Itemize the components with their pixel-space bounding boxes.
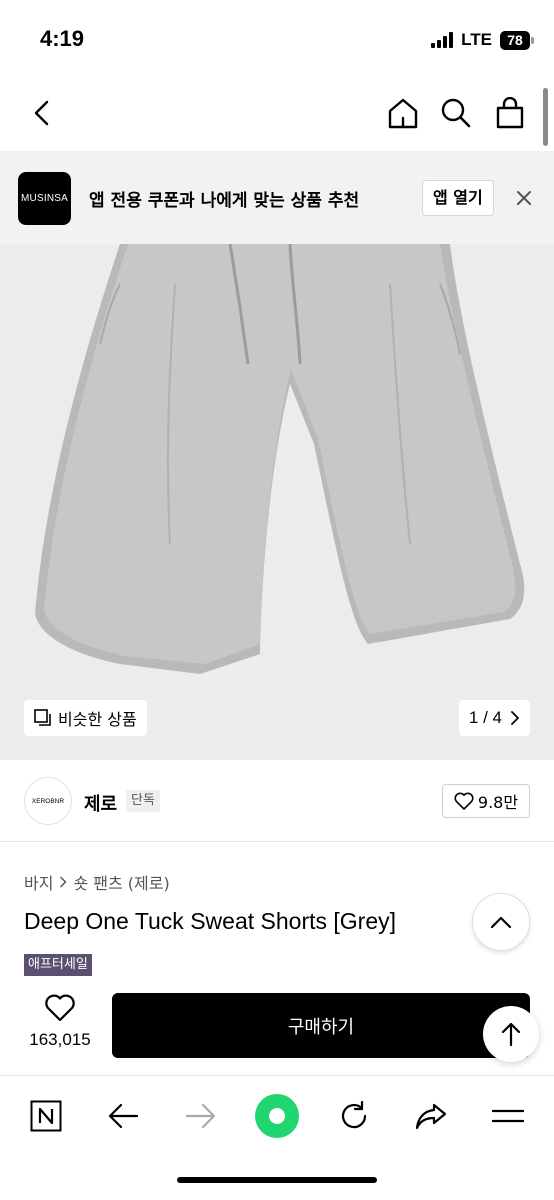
home-indicator	[177, 1177, 377, 1183]
share-button[interactable]	[407, 1092, 455, 1140]
search-icon	[441, 98, 471, 128]
breadcrumb-category[interactable]: 바지	[24, 870, 53, 894]
buy-button[interactable]: 구매하기	[112, 993, 530, 1058]
brand-like-count: 9.8만	[477, 793, 519, 812]
shorts-image	[35, 244, 525, 674]
green-dot-button[interactable]	[253, 1092, 301, 1140]
similar-products-button[interactable]: 비슷한 상품	[24, 700, 147, 736]
home-icon	[388, 98, 418, 129]
status-indicators: LTE 78	[431, 30, 534, 50]
reload-icon	[341, 1100, 367, 1129]
purchase-bar: 163,015 구매하기	[0, 980, 554, 1076]
menu-button[interactable]	[484, 1092, 532, 1140]
brand-name[interactable]: 제로	[84, 790, 117, 816]
banner-close-button[interactable]	[512, 186, 536, 214]
green-dot-icon	[255, 1094, 299, 1138]
arrow-left-icon	[108, 1103, 139, 1129]
breadcrumb-subcategory[interactable]: 숏 팬츠 (제로)	[73, 870, 169, 894]
naver-button[interactable]	[22, 1092, 70, 1140]
brand-like-button[interactable]: 9.8만	[442, 784, 530, 818]
musinsa-logo: MUSINSA	[18, 172, 71, 225]
battery-icon: 78	[500, 30, 534, 50]
sale-tag: 애프터세일	[24, 954, 92, 976]
arrow-right-icon	[185, 1103, 216, 1129]
heart-icon	[454, 792, 474, 810]
chevron-right-icon	[511, 711, 519, 725]
cart-button[interactable]	[490, 93, 530, 133]
close-icon	[517, 191, 531, 205]
reload-button[interactable]	[330, 1092, 378, 1140]
pager-count: 1 / 4	[468, 708, 502, 727]
product-title: Deep One Tuck Sweat Shorts [Grey]	[24, 908, 396, 934]
chevron-up-icon	[490, 916, 512, 929]
wishlist-button[interactable]: 163,015	[20, 994, 100, 1050]
scroll-top-button[interactable]	[483, 1006, 539, 1062]
chevron-right-icon	[60, 876, 68, 888]
browser-back-button[interactable]	[99, 1092, 147, 1140]
open-app-button[interactable]: 앱 열기	[422, 180, 494, 216]
heart-icon	[45, 994, 75, 1022]
collapse-button[interactable]	[472, 893, 530, 951]
exclusive-badge: 단독	[126, 790, 160, 812]
similar-products-label: 비슷한 상품	[58, 710, 137, 729]
back-button[interactable]	[22, 93, 62, 133]
battery-level: 78	[500, 30, 530, 50]
network-label: LTE	[461, 30, 492, 49]
scrollbar[interactable]	[543, 88, 548, 146]
status-time: 4:19	[40, 26, 85, 51]
brand-logo[interactable]: XEROBNR	[24, 777, 72, 825]
image-pager[interactable]: 1 / 4	[458, 700, 530, 736]
wishlist-count: 163,015	[29, 1030, 91, 1049]
share-icon	[415, 1103, 447, 1130]
search-button[interactable]	[436, 93, 476, 133]
status-bar: 4:19 LTE 78	[0, 0, 554, 74]
product-image[interactable]	[0, 244, 554, 760]
top-nav-bar	[0, 74, 554, 152]
arrow-up-icon	[501, 1022, 521, 1047]
shopping-bag-icon	[496, 97, 524, 129]
banner-message: 앱 전용 쿠폰과 나에게 맞는 상품 추천	[89, 191, 360, 211]
signal-icon	[431, 32, 454, 48]
browser-forward-button[interactable]	[177, 1092, 225, 1140]
chevron-left-icon	[34, 100, 49, 126]
home-button[interactable]	[383, 93, 423, 133]
app-install-banner: MUSINSA 앱 전용 쿠폰과 나에게 맞는 상품 추천 앱 열기	[0, 152, 554, 244]
breadcrumb: 바지 숏 팬츠 (제로)	[24, 870, 170, 894]
naver-n-icon	[30, 1100, 62, 1132]
copy-icon	[34, 709, 51, 726]
hamburger-menu-icon	[492, 1109, 524, 1123]
brand-row: XEROBNR 제로 단독 9.8만	[0, 760, 554, 842]
